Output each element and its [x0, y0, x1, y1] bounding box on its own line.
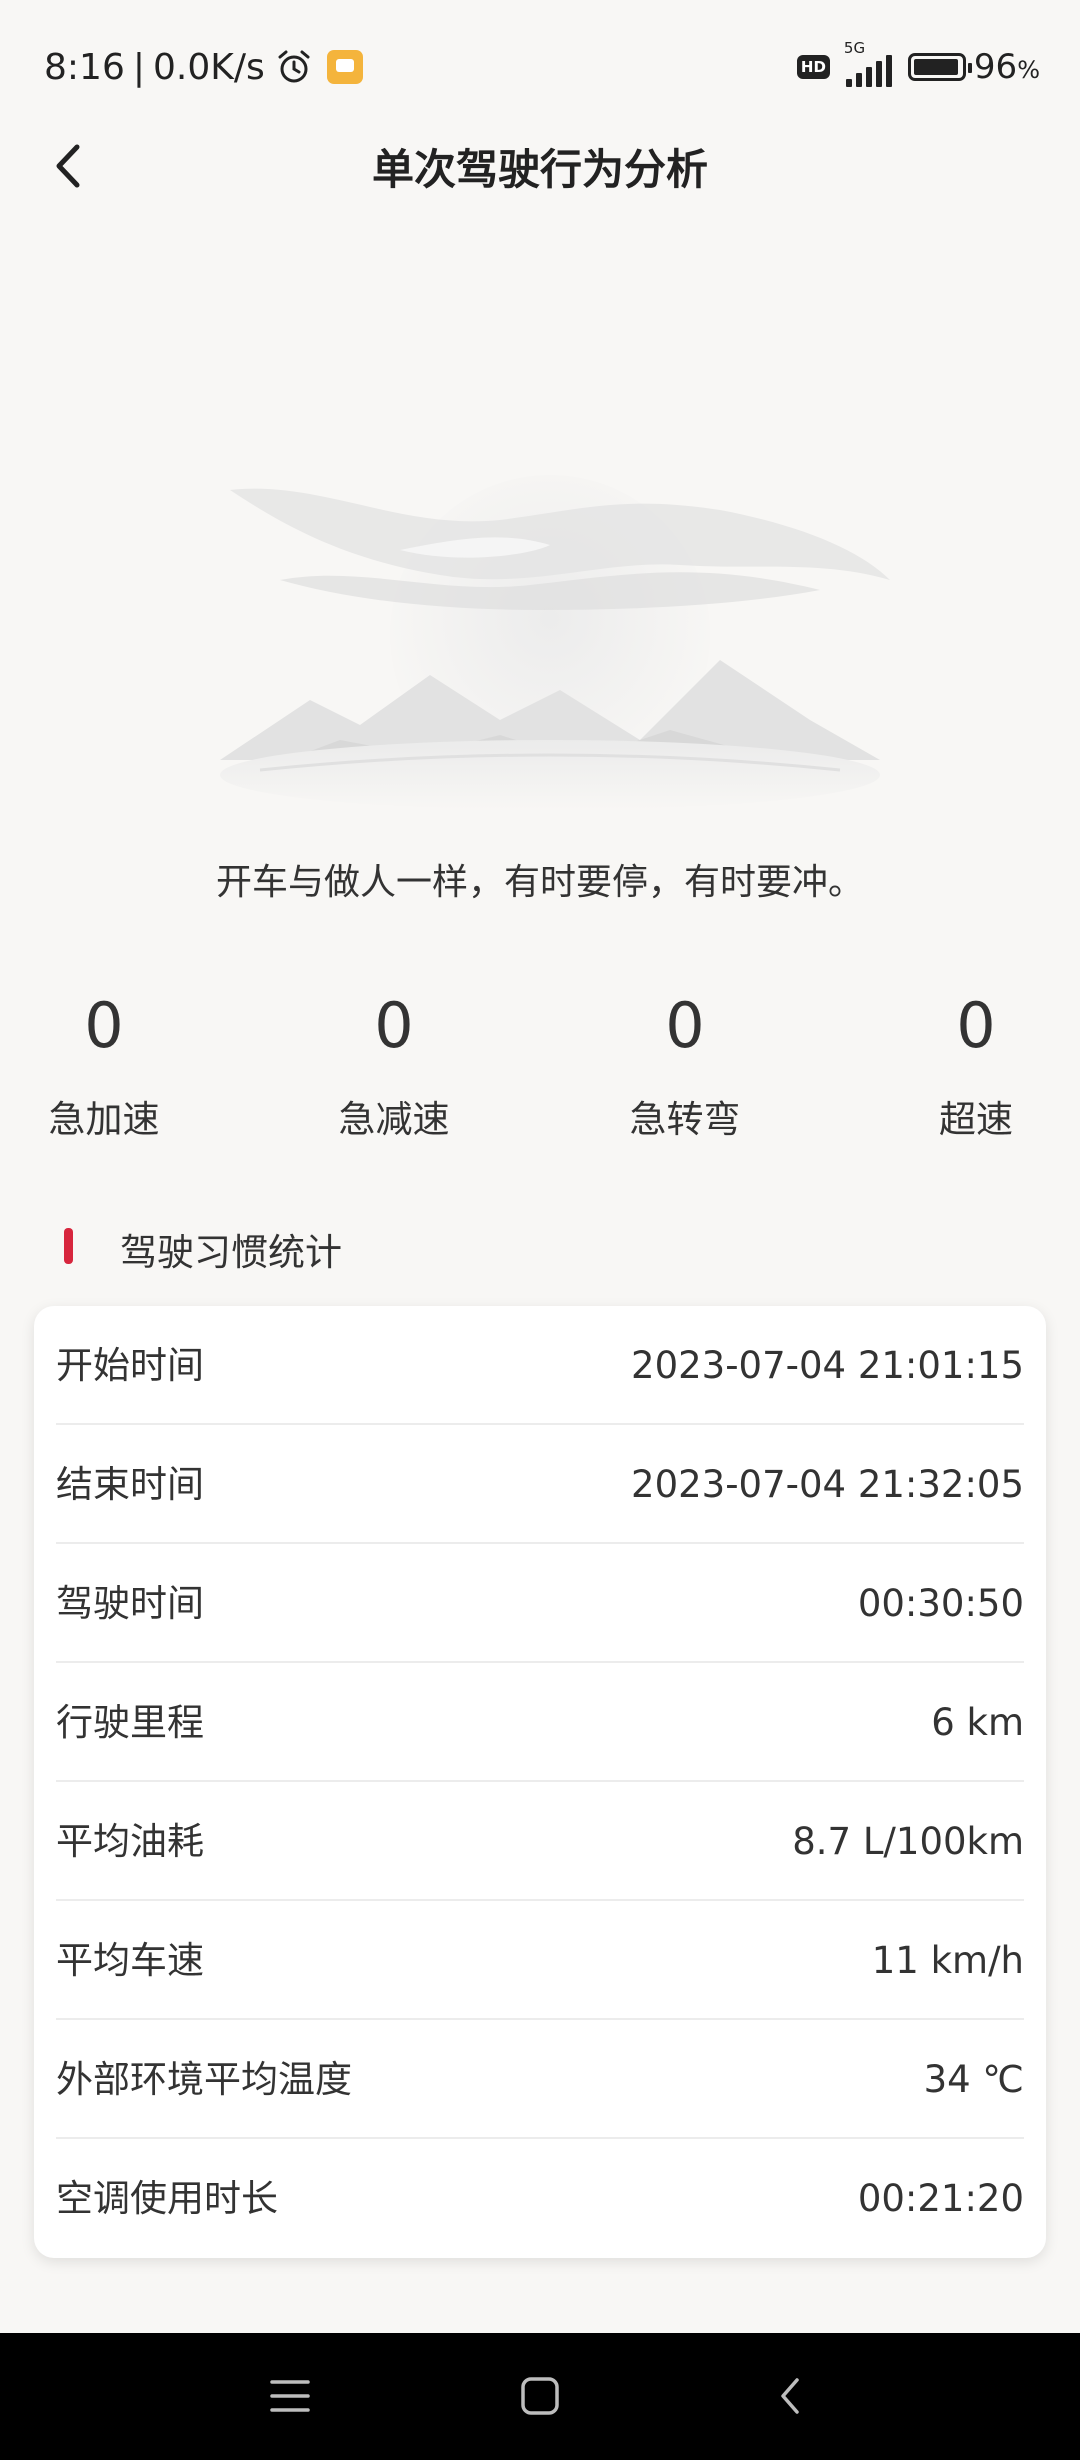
- menu-button[interactable]: [257, 2363, 323, 2429]
- stat-value: 8.7 L/100km: [792, 1820, 1024, 1863]
- signal-bar: [865, 67, 872, 87]
- status-time: 8:16: [44, 46, 125, 88]
- stat-label: 平均油耗: [56, 1820, 204, 1863]
- driving-stats-card: 开始时间 2023-07-04 21:01:15 结束时间 2023-07-04…: [34, 1306, 1046, 2258]
- menu-icon: [270, 2380, 310, 2412]
- signal-bar: [845, 79, 852, 87]
- status-right: HD 5G 96%: [796, 39, 1040, 92]
- section-header: 驾驶习惯统计: [0, 1220, 1080, 1280]
- stat-value: 2023-07-04 21:32:05: [631, 1463, 1024, 1506]
- back-icon: [781, 2378, 799, 2414]
- motto-text: 开车与做人一样，有时要停，有时要冲。: [215, 862, 864, 903]
- stat-label: 空调使用时长: [56, 2177, 278, 2220]
- screen: 8:16 | 0.0K/s HD 5G 96% 单次驾驶行为分析 开车与做人一样…: [0, 0, 1080, 2460]
- signal-bar: [855, 73, 862, 87]
- battery-fill: [913, 59, 958, 75]
- stat-value: 11 km/h: [871, 1939, 1024, 1982]
- status-bar: 8:16 | 0.0K/s HD 5G 96%: [0, 0, 1080, 130]
- stat-row-outside-temperature: 外部环境平均温度 34 ℃: [56, 2020, 1024, 2139]
- empty-state-landscape-illustration: [220, 475, 890, 810]
- stat-row-distance: 行驶里程 6 km: [56, 1663, 1024, 1782]
- count-label: 急加速: [48, 1098, 160, 1141]
- stat-label: 结束时间: [56, 1463, 204, 1506]
- count-value: 0: [374, 989, 414, 1062]
- section-accent-bar: [64, 1228, 73, 1264]
- network-speed: 0.0K/s: [152, 46, 265, 88]
- signal-bar: [875, 61, 882, 87]
- stat-row-start-time: 开始时间 2023-07-04 21:01:15: [56, 1306, 1024, 1425]
- stat-label: 外部环境平均温度: [56, 2058, 352, 2101]
- count-speeding: 0 超速: [866, 985, 1080, 1143]
- count-sharp-turn: 0 急转弯: [575, 985, 795, 1143]
- page-title: 单次驾驶行为分析: [371, 145, 708, 194]
- app-header: 单次驾驶行为分析: [0, 120, 1080, 210]
- stat-value: 6 km: [931, 1701, 1024, 1744]
- section-title: 驾驶习惯统计: [120, 1231, 342, 1274]
- battery-percent: 96%: [974, 47, 1040, 87]
- stat-label: 驾驶时间: [56, 1582, 204, 1625]
- stat-value: 00:21:20: [857, 2177, 1024, 2220]
- count-label: 急减速: [338, 1098, 450, 1141]
- network-type: 5G: [843, 39, 866, 57]
- signal-bar: [885, 55, 892, 87]
- stat-value: 34 ℃: [923, 2058, 1024, 2101]
- stat-row-fuel-consumption: 平均油耗 8.7 L/100km: [56, 1782, 1024, 1901]
- count-label: 急转弯: [629, 1098, 741, 1141]
- stat-label: 开始时间: [56, 1344, 204, 1387]
- stat-label: 平均车速: [56, 1939, 204, 1982]
- event-counts: 0 急加速 0 急减速 0 急转弯 0 超速: [0, 985, 1080, 1145]
- signal-icon: 5G: [844, 39, 892, 87]
- status-separator: |: [132, 46, 145, 88]
- stat-label: 行驶里程: [56, 1701, 204, 1744]
- home-icon: [521, 2377, 559, 2415]
- stat-value: 00:30:50: [857, 1582, 1024, 1625]
- hd-badge: HD: [796, 55, 830, 79]
- system-nav-bar: [0, 2333, 1080, 2460]
- count-harsh-braking: 0 急减速: [284, 985, 504, 1143]
- home-button[interactable]: [507, 2363, 573, 2429]
- count-value: 0: [84, 989, 124, 1062]
- stat-row-average-speed: 平均车速 11 km/h: [56, 1901, 1024, 2020]
- stat-row-ac-duration: 空调使用时长 00:21:20: [56, 2139, 1024, 2258]
- back-nav-button[interactable]: [757, 2363, 823, 2429]
- count-label: 超速: [939, 1098, 1013, 1141]
- battery-icon: [907, 53, 972, 81]
- status-left: 8:16 | 0.0K/s: [44, 42, 363, 92]
- count-value: 0: [665, 989, 705, 1062]
- battery-percent-unit: %: [1017, 56, 1040, 84]
- alarm-icon: [278, 50, 310, 83]
- count-value: 0: [956, 989, 996, 1062]
- count-harsh-acceleration: 0 急加速: [0, 985, 214, 1143]
- stat-value: 2023-07-04 21:01:15: [631, 1344, 1024, 1387]
- message-icon: [326, 50, 363, 84]
- stat-row-end-time: 结束时间 2023-07-04 21:32:05: [56, 1425, 1024, 1544]
- stat-row-driving-time: 驾驶时间 00:30:50: [56, 1544, 1024, 1663]
- battery-percent-value: 96: [973, 47, 1018, 87]
